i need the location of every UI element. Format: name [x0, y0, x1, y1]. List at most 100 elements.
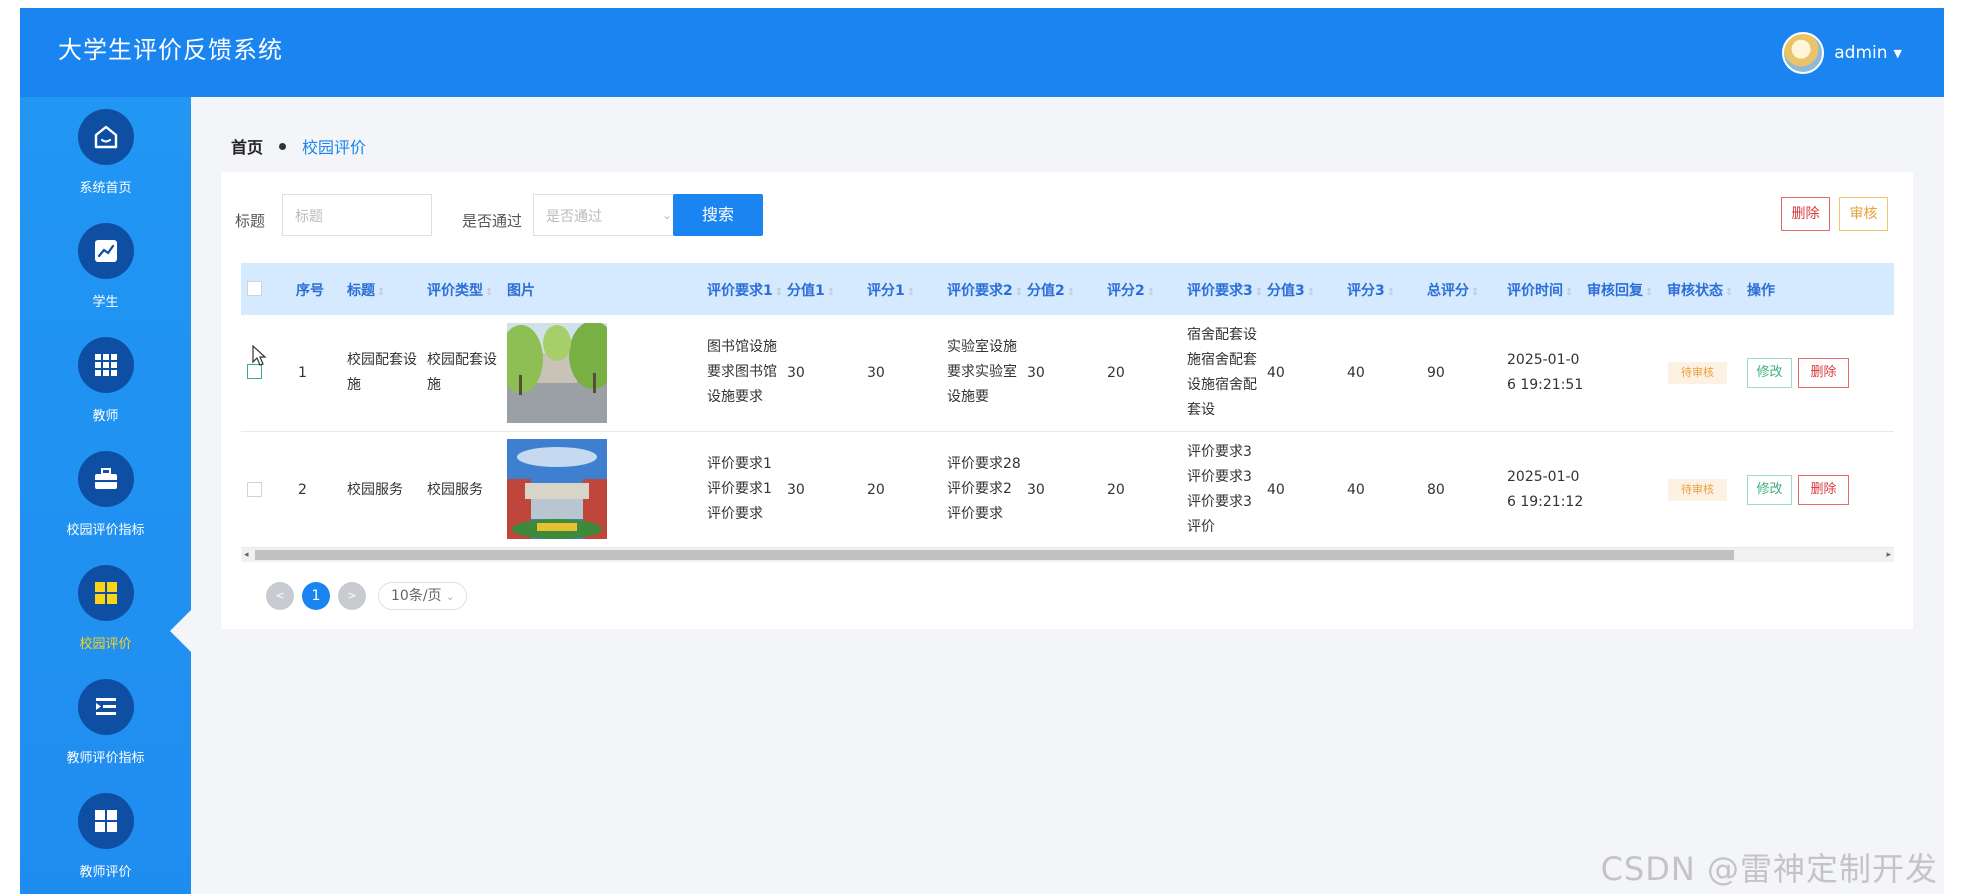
row-score-value1: 30: [787, 365, 805, 381]
horizontal-scrollbar[interactable]: ◂ ▸: [241, 548, 1894, 562]
row-req3: 评价要求3 评价要求3 评价要求3 评价: [1187, 444, 1252, 535]
breadcrumb-home[interactable]: 首页: [231, 134, 263, 158]
chart-icon: [77, 223, 134, 279]
row-checkbox[interactable]: [247, 482, 262, 497]
table-row: 1 校园配套设施 校园配套设施 图书馆设施 要求图书馆 设施要求 30 30 实…: [241, 315, 1894, 432]
title-search-input[interactable]: 标题: [282, 194, 432, 236]
column-header[interactable]: 评价类型 ⇕: [427, 280, 493, 300]
column-header[interactable]: 评价时间 ⇕: [1507, 280, 1573, 300]
sidebar-item-label: 教师评价: [79, 865, 132, 880]
list-icon: [77, 679, 134, 735]
table-header: 序号 标题 ⇕ 评价类型 ⇕ 图片 评价要求1 ⇕ 分值1 ⇕ 评分1 ⇕ 评价要求2 ⇕ …: [241, 263, 1894, 315]
row-score-value2: 30: [1027, 365, 1045, 381]
breadcrumb-current: 校园评价: [302, 138, 367, 157]
sidebar-item-students[interactable]: 学生: [20, 223, 191, 333]
row-score2: 20: [1107, 365, 1125, 381]
column-header[interactable]: 评分2 ⇕: [1107, 280, 1155, 300]
column-header[interactable]: 审核回复 ⇕: [1587, 280, 1653, 300]
sidebar-item-teacher-evaluation[interactable]: 教师评价: [20, 793, 191, 894]
column-header[interactable]: 分值3 ⇕: [1267, 280, 1315, 300]
chevron-down-icon: ⌄: [445, 592, 455, 603]
user-menu[interactable]: admin ▼: [1782, 32, 1902, 74]
column-header[interactable]: 审核状态 ⇕: [1667, 280, 1733, 300]
sidebar-item-label: 校园评价: [79, 637, 132, 652]
delete-button[interactable]: 删除: [1798, 475, 1849, 505]
sidebar-item-teachers[interactable]: 教师: [20, 337, 191, 447]
chevron-down-icon: ⌄: [661, 208, 672, 222]
active-indicator: [170, 609, 192, 653]
pass-filter-label: 是否通过: [462, 212, 523, 230]
column-header[interactable]: 分值2 ⇕: [1027, 280, 1075, 300]
row-score-value2: 30: [1027, 482, 1045, 498]
home-icon: [77, 109, 134, 165]
select-all-checkbox[interactable]: [247, 281, 262, 296]
search-button[interactable]: 搜索: [673, 194, 763, 236]
avatar: [1782, 32, 1825, 74]
sidebar-item-label: 系统首页: [79, 181, 132, 196]
app-frame: 大学生评价反馈系统 admin ▼ 系统首页 学生 教师 校园评价指标 校园评价…: [20, 8, 1944, 894]
briefcase-icon: [77, 451, 134, 507]
watermark: CSDN @雷神定制开发: [1600, 850, 1938, 888]
status-badge: 待审核: [1668, 479, 1727, 501]
scroll-right-icon[interactable]: ▸: [1886, 548, 1891, 562]
sidebar-item-home[interactable]: 系统首页: [20, 109, 191, 219]
row-req3: 宿舍配套设 施宿舍配套 设施宿舍配 套设: [1187, 327, 1257, 418]
edit-button[interactable]: 修改: [1747, 475, 1792, 505]
row-score-value3: 40: [1267, 482, 1285, 498]
scroll-thumb[interactable]: [255, 550, 1734, 560]
page-size-select[interactable]: 10条/页 ⌄: [378, 582, 468, 610]
next-page-button[interactable]: >: [338, 582, 366, 610]
row-time: 2025-01-0 6 19:21:12: [1507, 469, 1584, 510]
column-header: 序号: [296, 283, 324, 299]
bulk-delete-button[interactable]: 删除: [1781, 197, 1830, 231]
bulk-audit-button[interactable]: 审核: [1839, 197, 1888, 231]
row-type: 校园服务: [427, 482, 483, 498]
user-name: admin: [1834, 43, 1888, 63]
edit-button[interactable]: 修改: [1747, 358, 1792, 388]
prev-page-button[interactable]: <: [266, 582, 294, 610]
page-number-button[interactable]: 1: [302, 582, 330, 610]
column-header[interactable]: 标题 ⇕: [347, 280, 385, 300]
row-title: 校园配套设施: [347, 352, 417, 393]
row-score3: 40: [1347, 482, 1365, 498]
app-title: 大学生评价反馈系统: [58, 36, 283, 64]
row-req1: 图书馆设施 要求图书馆 设施要求: [707, 339, 777, 405]
sidebar-item-label: 校园评价指标: [66, 523, 145, 538]
sidebar: 系统首页 学生 教师 校园评价指标 校园评价 教师评价指标 教师评价: [20, 97, 192, 894]
sidebar-item-label: 学生: [92, 295, 119, 310]
campus-photo[interactable]: [507, 323, 607, 423]
column-header: 操作: [1747, 283, 1775, 299]
campus-photo[interactable]: [507, 439, 607, 539]
column-header[interactable]: 评分3 ⇕: [1347, 280, 1395, 300]
sidebar-item-campus-criteria[interactable]: 校园评价指标: [20, 451, 191, 561]
row-score-value3: 40: [1267, 365, 1285, 381]
sidebar-item-label: 教师: [92, 409, 119, 424]
row-score2: 20: [1107, 482, 1125, 498]
chevron-down-icon: ▼: [1893, 46, 1902, 60]
row-req2: 评价要求28 评价要求2 评价要求: [947, 456, 1021, 522]
column-header[interactable]: 评分1 ⇕: [867, 280, 915, 300]
row-total: 80: [1427, 482, 1445, 498]
row-req1: 评价要求1 评价要求1 评价要求: [707, 456, 772, 522]
row-time: 2025-01-0 6 19:21:51: [1507, 352, 1584, 393]
sidebar-item-campus-evaluation[interactable]: 校园评价: [20, 565, 191, 675]
pass-status-select[interactable]: 是否通过 ⌄: [533, 194, 683, 236]
apps-icon: [77, 793, 134, 849]
row-score1: 30: [867, 365, 885, 381]
column-header[interactable]: 评价要求2 ⇕: [947, 280, 1023, 300]
delete-button[interactable]: 删除: [1798, 358, 1849, 388]
cursor-icon: [252, 345, 267, 366]
column-header[interactable]: 总评分 ⇕: [1427, 280, 1479, 300]
apps-icon: [77, 565, 134, 621]
sidebar-item-label: 教师评价指标: [66, 751, 145, 766]
column-header[interactable]: 评价要求3 ⇕: [1187, 280, 1263, 300]
status-badge: 待审核: [1668, 362, 1727, 384]
table-row: 2 校园服务 校园服务 评价要求1 评价要求1 评价要求 30 20 评价要求2…: [241, 432, 1894, 548]
scroll-left-icon[interactable]: ◂: [244, 548, 249, 562]
sidebar-item-teacher-criteria[interactable]: 教师评价指标: [20, 679, 191, 789]
column-header[interactable]: 分值1 ⇕: [787, 280, 835, 300]
column-header[interactable]: 评价要求1 ⇕: [707, 280, 783, 300]
grid-icon: [77, 337, 134, 393]
row-score1: 20: [867, 482, 885, 498]
content-panel: 标题 标题 是否通过 是否通过 ⌄ 搜索 删除 审核 序号 标题 ⇕ 评价类型 ⇕ …: [221, 172, 1913, 629]
